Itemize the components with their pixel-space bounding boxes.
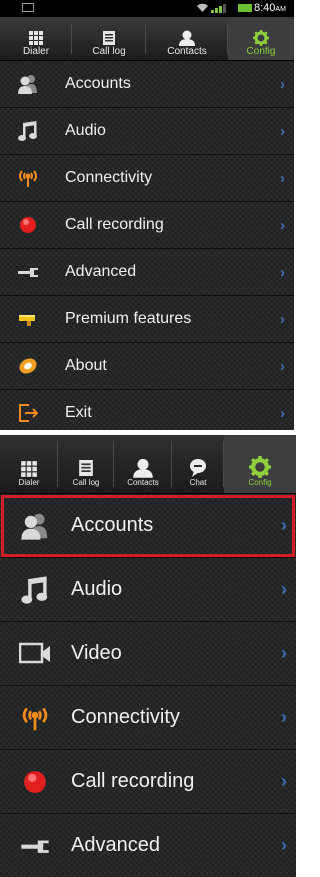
menu-item-audio[interactable]: Audio › [0,108,294,155]
menu-item-label: Exit [65,404,92,421]
menu-item-call-recording[interactable]: Call recording › [0,202,294,249]
wrench-icon [16,260,40,284]
tab-contacts-label: Contacts [127,478,159,487]
call-log-icon [102,30,116,46]
menu-item-label: Audio [71,578,123,600]
menu-item-label: Call recording [71,770,195,792]
chevron-right-icon: › [281,515,287,535]
chevron-right-icon: › [280,357,285,375]
keypad-icon [28,30,44,46]
chevron-right-icon: › [280,216,285,234]
menu-item-exit[interactable]: Exit › [0,390,294,430]
menu-item-label: Video [71,642,122,664]
tab-dialer[interactable]: Dialer [0,17,72,60]
video-camera-icon [18,637,52,671]
chevron-right-icon: › [281,643,287,663]
about-icon [16,354,40,378]
accounts-icon [18,509,52,543]
gear-icon [253,30,269,46]
chat-bubble-icon [188,458,208,478]
tab-config[interactable]: Config [224,435,296,493]
menu-item-advanced[interactable]: Advanced › [0,814,296,877]
tab-dialer-label: Dialer [22,46,50,57]
accounts-icon [16,72,40,96]
contact-person-icon [132,458,154,478]
gallery-notification-icon [22,3,34,12]
record-dot-icon [16,213,40,237]
music-note-icon [18,573,52,607]
gear-icon [249,456,271,478]
tab-call-log-label: Call log [72,478,100,487]
menu-item-label: Advanced [65,263,137,280]
exit-icon [16,401,40,425]
antenna-icon [18,701,52,735]
tab-call-log-label: Call log [92,46,126,57]
record-dot-icon [18,765,52,799]
menu-item-advanced[interactable]: Advanced › [0,249,294,296]
wrench-icon [18,829,52,863]
wifi-icon [196,1,209,13]
menu-item-about[interactable]: About › [0,343,294,390]
tab-call-log[interactable]: Call log [58,435,114,493]
antenna-icon [16,166,40,190]
signal-bars-icon [211,3,233,13]
battery-icon [238,4,252,12]
tab-dialer[interactable]: Dialer [0,435,58,493]
menu-item-video[interactable]: Video › [0,622,296,686]
menu-item-connectivity[interactable]: Connectivity › [0,155,294,202]
status-bar: 8:40AM [0,0,294,17]
config-menu-list: Accounts › Audio › Connectivity › Call r… [0,61,294,430]
tab-contacts[interactable]: Contacts [146,17,228,60]
menu-item-label: About [65,357,107,374]
chevron-right-icon: › [280,169,285,187]
tab-dialer-label: Dialer [18,478,40,487]
config-menu-list: Accounts › Audio › Video › Connectivity … [0,494,296,877]
chevron-right-icon: › [280,404,285,422]
tab-config-label: Config [248,478,272,487]
menu-item-label: Accounts [71,514,154,536]
clock-ampm: AM [275,6,286,13]
chevron-right-icon: › [281,835,287,855]
tab-call-log[interactable]: Call log [72,17,146,60]
chevron-right-icon: › [281,771,287,791]
chevron-right-icon: › [280,263,285,281]
clock-time: 8:40 [254,2,276,14]
keypad-icon [20,460,38,478]
call-log-icon [78,458,94,478]
tab-chat[interactable]: Chat [172,435,224,493]
chevron-right-icon: › [281,579,287,599]
menu-item-label: Call recording [65,216,164,233]
config-screen-top: 8:40AM Dialer Call log Contacts Config A… [0,0,294,430]
tab-contacts[interactable]: Contacts [114,435,172,493]
menu-item-premium-features[interactable]: Premium features › [0,296,294,343]
chevron-right-icon: › [280,310,285,328]
chevron-right-icon: › [280,75,285,93]
tab-config-label: Config [246,46,276,57]
menu-item-audio[interactable]: Audio › [0,558,296,622]
menu-item-label: Connectivity [71,706,180,728]
menu-item-connectivity[interactable]: Connectivity › [0,686,296,750]
premium-flag-icon [16,307,40,331]
menu-item-label: Accounts [65,75,131,92]
music-note-icon [16,119,40,143]
menu-item-accounts[interactable]: Accounts › [0,61,294,108]
tab-contacts-label: Contacts [167,46,207,57]
chevron-right-icon: › [281,707,287,727]
chevron-right-icon: › [280,122,285,140]
tab-bar: Dialer Call log Contacts Config [0,17,294,61]
tab-bar: Dialer Call log Contacts Chat Config [0,435,296,494]
config-screen-bottom: Dialer Call log Contacts Chat Config Acc… [0,435,296,877]
menu-item-label: Audio [65,122,106,139]
tab-chat-label: Chat [189,478,207,487]
menu-item-accounts[interactable]: Accounts › [0,494,296,558]
clock: 8:40AM [254,2,286,14]
tab-config[interactable]: Config [228,17,294,60]
menu-item-call-recording[interactable]: Call recording › [0,750,296,814]
menu-item-label: Advanced [71,834,160,856]
menu-item-label: Premium features [65,310,192,327]
menu-item-label: Connectivity [65,169,153,186]
contact-person-icon [178,30,196,46]
